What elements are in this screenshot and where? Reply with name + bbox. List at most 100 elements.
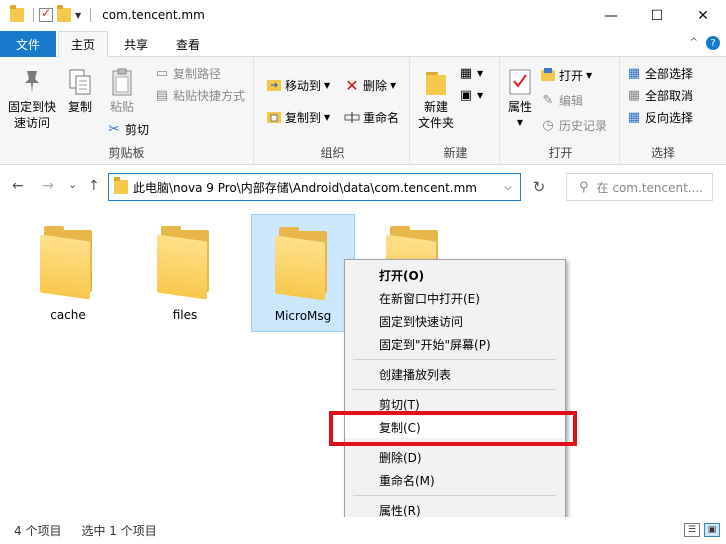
folder-icon [10, 5, 24, 22]
tab-home[interactable]: 主页 [58, 31, 108, 58]
select-none-button[interactable]: ▦ 全部取消 [626, 85, 693, 105]
open-group-label: 打开 [548, 146, 573, 160]
select-all-button[interactable]: ▦ 全部选择 [626, 63, 693, 83]
copy-to-icon [266, 109, 282, 125]
selected-count: 选中 1 个项目 [81, 524, 157, 538]
paste-shortcut-button[interactable]: ▤ 粘贴快捷方式 [154, 85, 245, 105]
ribbon: 固定到快 速访问 复制 粘贴 ▭ 复制路径 ▤ 粘贴快捷方式 ✂ 剪切 剪贴板 [0, 57, 726, 165]
copy-path-label: 复制路径 [173, 66, 222, 81]
maximize-button[interactable]: ☐ [634, 0, 680, 31]
copy-to-label: 复制到 [285, 110, 322, 125]
folder-icon [275, 227, 331, 301]
properties-check-icon [507, 67, 533, 97]
status-bar: 4 个项目 选中 1 个项目 ☰ ▣ [0, 517, 726, 544]
tab-file[interactable]: 文件 [0, 31, 56, 57]
paste-label: 粘贴 [109, 100, 134, 114]
address-bar[interactable]: 此电脑\nova 9 Pro\内部存储\Android\data\com.ten… [108, 173, 521, 201]
folder-item-cache[interactable]: cache [16, 214, 120, 332]
menu-item-open[interactable]: 打开(O) [345, 264, 565, 286]
pin-quick-access-button[interactable]: 固定到快 速访问 [6, 67, 58, 131]
minimize-button[interactable]: — [588, 0, 634, 31]
invert-selection-button[interactable]: ▦ 反向选择 [626, 107, 693, 127]
copy-to-button[interactable]: 复制到 ▼ [266, 107, 330, 127]
large-icons-view-icon[interactable]: ▣ [704, 523, 720, 537]
menu-divider [353, 495, 556, 496]
tab-share[interactable]: 共享 [112, 31, 160, 57]
back-arrow-icon[interactable]: ← [12, 178, 24, 194]
copy-button[interactable]: 复制 [62, 67, 98, 115]
tab-view[interactable]: 查看 [164, 31, 212, 57]
chevron-down-icon[interactable]: ⌵ [496, 182, 520, 193]
chevron-down-icon: ▼ [324, 80, 331, 90]
new-folder-button[interactable]: 新建 文件夹 [414, 67, 458, 131]
menu-item-pin-quick-access[interactable]: 固定到快速访问 [345, 310, 565, 332]
forward-arrow-icon[interactable]: → [42, 178, 54, 194]
copy-path-icon: ▭ [155, 65, 169, 81]
refresh-icon[interactable]: ↻ [526, 173, 552, 201]
delete-icon: ✕ [345, 75, 359, 95]
new-folder-icon [423, 67, 449, 97]
pin-label-2: 速访问 [13, 116, 50, 130]
folder-item-files[interactable]: files [133, 214, 237, 332]
select-all-icon: ▦ [627, 65, 641, 81]
new-group: 新建 文件夹 ▦ ▼ ▣ ▼ 新建 [412, 57, 500, 165]
search-box[interactable]: ⚲ 在 com.tencent.... [566, 173, 713, 201]
paste-button[interactable]: 粘贴 [104, 67, 140, 115]
copy-label: 复制 [67, 100, 92, 114]
close-button[interactable]: ✕ [680, 0, 726, 31]
new-folder-icon[interactable] [57, 5, 71, 22]
edit-button[interactable]: ✎ 编辑 [540, 90, 583, 110]
open-icon [540, 67, 556, 83]
new-item-button[interactable]: ▦ ▼ [458, 63, 483, 83]
menu-divider [353, 389, 556, 390]
menu-item-rename[interactable]: 重命名(M) [345, 469, 565, 491]
pin-icon [19, 67, 45, 97]
easy-access-button[interactable]: ▣ ▼ [458, 85, 483, 105]
open-button[interactable]: 打开 ▼ [540, 65, 592, 85]
move-to-label: 移动到 [285, 78, 322, 93]
open-group: 属性 ▼ 打开 ▼ ✎ 编辑 ◷ 历史记录 打开 [502, 57, 620, 165]
delete-button[interactable]: ✕ 删除 ▼ [344, 75, 396, 95]
menu-item-create-playlist[interactable]: 创建播放列表 [345, 363, 565, 385]
address-path[interactable]: 此电脑\nova 9 Pro\内部存储\Android\data\com.ten… [133, 179, 496, 196]
copy-path-button[interactable]: ▭ 复制路径 [154, 63, 221, 83]
menu-item-open-new-window[interactable]: 在新窗口中打开(E) [345, 287, 565, 309]
divider [33, 8, 34, 22]
menu-item-pin-start[interactable]: 固定到"开始"屏幕(P) [345, 333, 565, 355]
easy-access-icon: ▣ [459, 87, 473, 103]
folder-icon [40, 226, 96, 300]
rename-button[interactable]: 重命名 [344, 107, 399, 127]
folder-name: MicroMsg [274, 309, 332, 323]
paste-shortcut-label: 粘贴快捷方式 [173, 88, 246, 103]
delete-label: 删除 [363, 78, 388, 93]
item-count: 4 个项目 [14, 524, 62, 538]
copy-icon [67, 67, 93, 97]
move-to-button[interactable]: 移动到 ▼ [266, 75, 330, 95]
folder-item-micromsg[interactable]: MicroMsg [251, 214, 355, 332]
cut-button[interactable]: ✂ 剪切 [106, 119, 149, 139]
up-arrow-icon[interactable]: ↑ [88, 178, 100, 194]
open-label: 打开 [559, 68, 584, 83]
details-view-icon[interactable]: ☰ [684, 523, 700, 537]
invert-selection-label: 反向选择 [645, 110, 694, 125]
history-button[interactable]: ◷ 历史记录 [540, 115, 607, 135]
properties-icon[interactable] [39, 6, 53, 22]
menu-item-delete[interactable]: 删除(D) [345, 446, 565, 468]
recent-locations-icon[interactable]: ⌄ [68, 178, 77, 191]
organize-group: 移动到 ▼ ✕ 删除 ▼ 复制到 ▼ 重命名 组织 [256, 57, 410, 165]
title-bar: ▼ com.tencent.mm — ☐ ✕ [0, 0, 726, 31]
properties-button[interactable]: 属性 ▼ [504, 67, 536, 131]
move-to-icon [266, 77, 282, 93]
collapse-ribbon-icon[interactable]: ^ [690, 37, 698, 48]
rename-icon [344, 109, 360, 125]
new-folder-label-2: 文件夹 [417, 116, 454, 130]
folder-name: cache [50, 308, 86, 322]
divider [90, 8, 92, 22]
pin-label-1: 固定到快 [7, 100, 56, 114]
search-placeholder: 在 com.tencent.... [596, 180, 704, 195]
customize-toolbar-dropdown-icon[interactable]: ▼ [75, 11, 81, 20]
help-icon[interactable]: ? [706, 36, 720, 50]
folder-icon [157, 226, 213, 300]
folder-icon [114, 177, 128, 194]
properties-label: 属性 [507, 100, 532, 114]
